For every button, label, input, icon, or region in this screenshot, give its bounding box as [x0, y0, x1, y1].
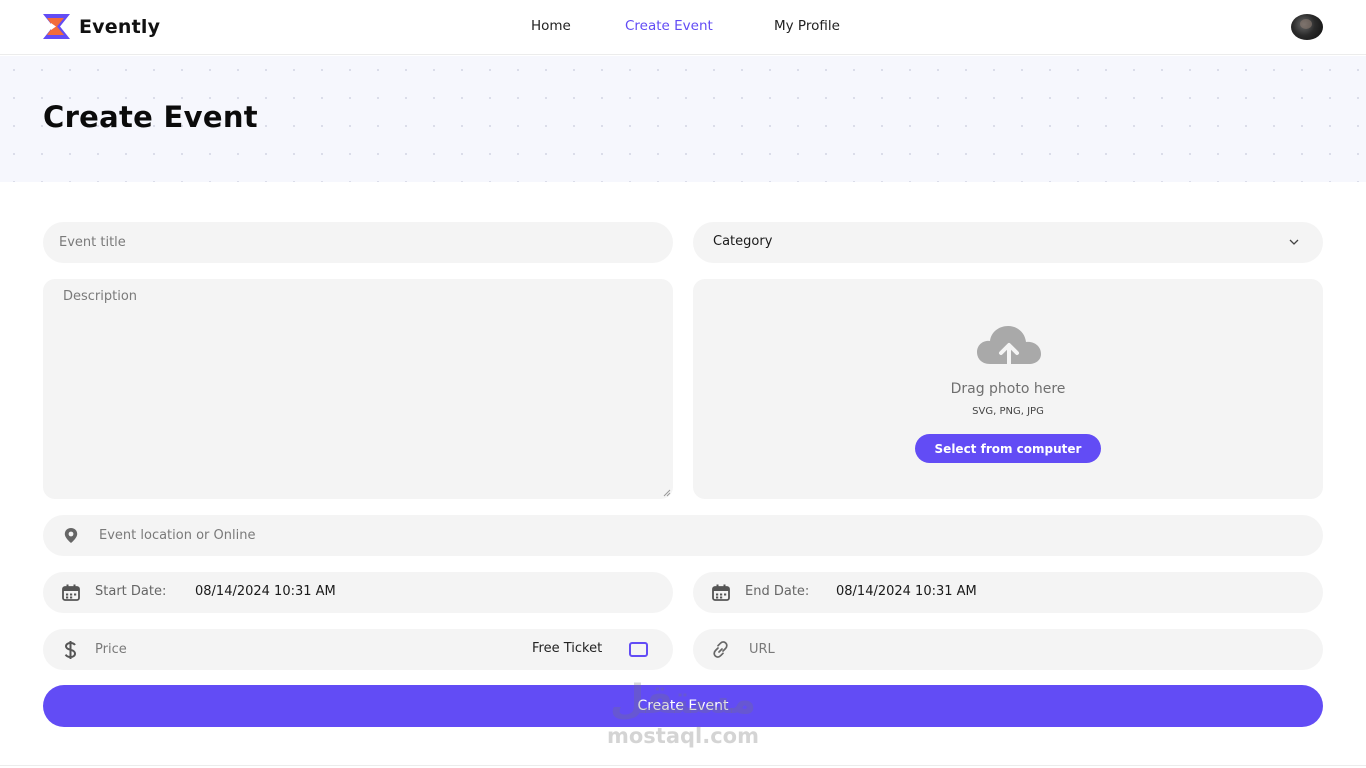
page-header: Create Event [0, 56, 1366, 182]
free-ticket-label: Free Ticket [532, 641, 603, 656]
resize-handle-icon[interactable] [663, 489, 671, 497]
dropzone-formats: SVG, PNG, JPG [972, 406, 1044, 417]
description-textarea[interactable] [63, 289, 659, 489]
location-input[interactable] [99, 515, 1299, 556]
category-select[interactable]: Category [693, 222, 1323, 263]
nav-create-event[interactable]: Create Event [625, 18, 713, 34]
start-date-field[interactable]: Start Date: 08/14/2024 10:31 AM [43, 572, 673, 613]
user-avatar[interactable] [1291, 14, 1323, 40]
top-navbar: Evently Home Create Event My Profile [0, 0, 1366, 55]
nav-home[interactable]: Home [531, 18, 571, 34]
dollar-icon [64, 641, 77, 659]
calendar-icon [62, 584, 80, 601]
location-pin-icon [64, 528, 78, 543]
link-icon [713, 641, 728, 658]
watermark-latin-text: mostaql.com [607, 724, 759, 748]
photo-dropzone[interactable]: Drag photo here SVG, PNG, JPG Select fro… [693, 279, 1323, 499]
nav-my-profile[interactable]: My Profile [774, 18, 840, 34]
evently-logo-icon [43, 14, 70, 39]
brand-logo[interactable]: Evently [43, 14, 160, 39]
calendar-icon [712, 584, 730, 601]
description-field[interactable] [43, 279, 673, 499]
end-date-field[interactable]: End Date: 08/14/2024 10:31 AM [693, 572, 1323, 613]
url-input[interactable] [749, 629, 1309, 670]
price-field[interactable]: Free Ticket [43, 629, 673, 670]
start-date-label: Start Date: [95, 584, 167, 599]
brand-name: Evently [79, 15, 161, 38]
cloud-upload-icon [977, 326, 1041, 368]
create-event-submit-button[interactable]: Create Event [43, 685, 1323, 727]
chevron-down-icon [1289, 239, 1299, 245]
start-date-value[interactable]: 08/14/2024 10:31 AM [195, 584, 336, 599]
url-field[interactable] [693, 629, 1323, 670]
price-input[interactable] [95, 629, 515, 670]
category-selected-value: Category [713, 234, 773, 249]
dropzone-title: Drag photo here [950, 381, 1066, 397]
select-from-computer-button[interactable]: Select from computer [915, 434, 1101, 463]
footer-divider [0, 765, 1366, 766]
event-title-field[interactable] [43, 222, 673, 263]
location-field[interactable] [43, 515, 1323, 556]
page-title: Create Event [43, 100, 258, 134]
free-ticket-checkbox[interactable] [629, 642, 648, 657]
end-date-value[interactable]: 08/14/2024 10:31 AM [836, 584, 977, 599]
event-title-input[interactable] [59, 222, 659, 263]
end-date-label: End Date: [745, 584, 810, 599]
